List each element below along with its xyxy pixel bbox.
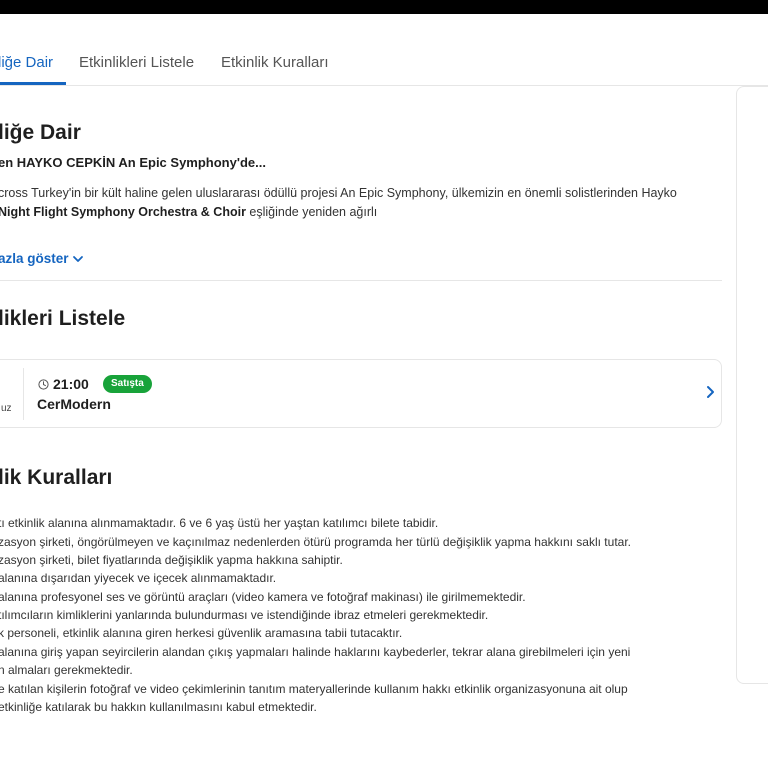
clock-icon — [38, 379, 49, 390]
tab-bar: liğe Dair Etkinlikleri Listele Etkinlik … — [0, 14, 768, 86]
section-divider — [0, 280, 722, 281]
rules-heading: lik Kuralları — [0, 466, 113, 489]
side-panel — [736, 86, 768, 684]
chevron-right-icon[interactable] — [705, 385, 715, 399]
status-badge: Satışta — [103, 375, 152, 393]
rule-item: etkinliğe katılarak bu hakkın kullanılma… — [0, 700, 317, 714]
about-description-line-1: cross Turkey'in bir kült haline gelen ul… — [0, 186, 677, 200]
tab-about[interactable]: liğe Dair — [0, 54, 53, 71]
about-description-line-2-rest: eşliğinde yeniden ağırlı — [245, 205, 378, 219]
chevron-down-icon — [72, 256, 83, 263]
about-description-line-2: Night Flight Symphony Orchestra & Choir … — [0, 205, 377, 219]
rule-item: zasyon şirketi, bilet fiyatlarında değiş… — [0, 553, 343, 567]
tab-event-rules[interactable]: Etkinlik Kuralları — [221, 54, 329, 71]
rule-item: k personeli, etkinlik alanına giren herk… — [0, 626, 403, 640]
about-heading: liğe Dair — [0, 121, 81, 144]
about-subtitle: en HAYKO CEPKİN An Epic Symphony'de... — [0, 155, 266, 170]
rule-item: tı etkinlik alanına alınmamaktadır. 6 ve… — [0, 516, 439, 530]
rule-item: zasyon şirketi, öngörülmeyen ve kaçınılm… — [0, 535, 631, 549]
show-more-label: azla göster — [0, 251, 69, 266]
rule-item: alanına giriş yapan seyircilerin alandan… — [0, 645, 631, 659]
rule-item: tılımcıların kimliklerini yanlarında bul… — [0, 608, 489, 622]
active-tab-indicator — [0, 82, 66, 85]
rule-item: alanına dışarıdan yiyecek ve içecek alın… — [0, 571, 277, 585]
tab-event-list[interactable]: Etkinlikleri Listele — [79, 54, 194, 71]
show-more-link[interactable]: azla göster — [0, 251, 84, 266]
events-heading: likleri Listele — [0, 307, 126, 330]
rule-item: e katılan kişilerin fotoğraf ve video çe… — [0, 682, 628, 696]
event-card[interactable]: uz 21:00 Satışta CerModern — [0, 359, 722, 428]
event-time: 21:00 — [53, 376, 89, 392]
top-bar — [0, 0, 768, 14]
rule-item: alanına profesyonel ses ve görüntü araçl… — [0, 590, 526, 604]
event-venue: CerModern — [37, 396, 111, 412]
event-date-month: uz — [1, 403, 12, 414]
card-separator — [23, 368, 24, 420]
orchestra-name: Night Flight Symphony Orchestra & Choir — [0, 205, 246, 219]
rule-item: n almaları gerekmektedir. — [0, 663, 133, 677]
